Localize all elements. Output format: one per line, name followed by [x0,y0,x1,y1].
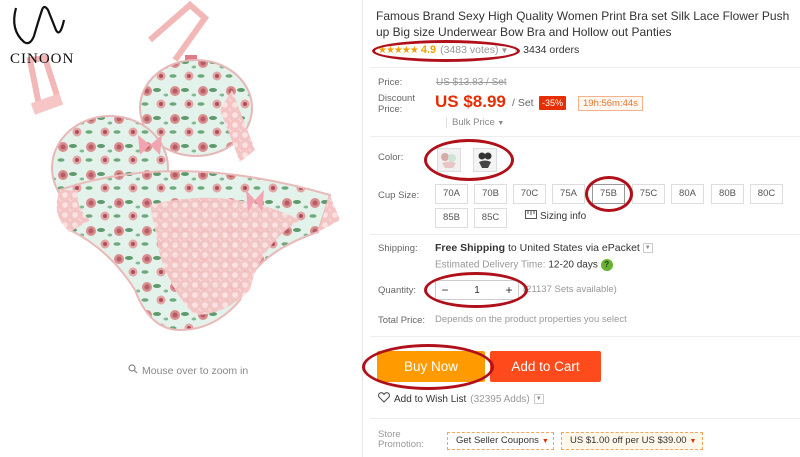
brand-logo: CINOON [8,0,98,70]
original-price: US $13.83 / Set [436,77,507,88]
color-swatch-black[interactable] [473,148,497,172]
orders-count: 3434 orders [523,44,580,56]
delivery-estimate-label: Estimated Delivery Time: [435,259,546,271]
add-to-wish-list[interactable]: Add to Wish List (32395 Adds) ▼ [377,392,544,406]
buy-now-button[interactable]: Buy Now [377,351,485,382]
offer-label: US $1.00 off per US $39.00 [570,435,687,446]
zoom-hint-text: Mouse over to zoom in [142,364,249,377]
wish-list-label: Add to Wish List [394,393,467,405]
color-label: Color: [378,152,404,163]
rating-stars-icon[interactable]: ★★★★★ [378,45,419,56]
discount-badge: -35% [539,96,567,110]
help-icon[interactable]: ? [600,259,613,271]
caret-down-icon: ▼ [689,438,697,445]
size-option[interactable]: 80C [750,184,783,204]
store-promotion-label: Store Promotion: [378,429,424,450]
caret-down-icon: ▼ [541,438,549,445]
size-option[interactable]: 75A [552,184,585,204]
gallery-divider [362,0,363,457]
size-option-selected[interactable]: 75B [592,184,625,204]
free-shipping-text: Free Shipping [435,242,506,254]
divider [370,336,800,337]
quantity-input[interactable]: 1 [454,285,500,296]
quantity-minus-button[interactable]: − [436,283,454,297]
rating-value: 4.9 [420,44,437,56]
bulk-price-dropdown[interactable]: Bulk Price ▼ [446,117,504,128]
divider [370,418,800,419]
chevron-down-icon[interactable]: ▼ [501,46,509,55]
wish-dropdown-icon[interactable]: ▼ [533,394,544,404]
sizing-info-link[interactable]: Sizing info [525,210,586,222]
shipping-dropdown-icon[interactable]: ▼ [642,243,653,254]
size-option[interactable]: 75C [632,184,665,204]
add-to-cart-button[interactable]: Add to Cart [490,351,601,382]
size-option[interactable]: 70C [513,184,546,204]
ruler-icon [525,210,537,222]
product-title: Famous Brand Sexy High Quality Women Pri… [376,9,790,39]
sizing-info-label: Sizing info [540,210,587,222]
price-unit: / Set [512,97,534,109]
separator: | [514,44,518,56]
shipping-label: Shipping: [378,243,418,254]
divider [370,67,800,68]
delivery-estimate-value: 12-20 days [548,259,598,271]
quantity-plus-button[interactable]: + [500,283,518,297]
size-option[interactable]: 85B [435,208,468,228]
bulk-price-label: Bulk Price [452,117,495,128]
caret-down-icon: ▼ [497,120,505,127]
size-option[interactable]: 80A [671,184,704,204]
current-price: US $8.99 [435,92,506,111]
votes-link[interactable]: (3483 votes) [440,44,498,56]
heart-icon [377,392,391,406]
zoom-hint: Mouse over to zoom in [128,364,248,377]
size-option[interactable]: 85C [474,208,507,228]
brand-name: CINOON [10,51,75,67]
discount-price-label: Discount Price: [378,93,415,115]
divider [370,234,800,235]
rating-row: ★★★★★ 4.9 (3483 votes) ▼ | 3434 orders [378,44,579,56]
size-option[interactable]: 70A [435,184,468,204]
get-seller-coupons-button[interactable]: Get Seller Coupons ▼ [447,432,554,450]
shipping-destination: to United States via ePacket [507,242,640,254]
store-offer-badge[interactable]: US $1.00 off per US $39.00 ▼ [561,432,703,450]
search-icon [128,364,138,377]
color-swatch-floral[interactable] [437,148,461,172]
size-option[interactable]: 70B [474,184,507,204]
product-gallery: CINOON Mouse over to zoom in [0,0,362,457]
delivery-estimate: Estimated Delivery Time: 12-20 days ? [435,259,613,271]
brand-monogram-icon [13,5,66,45]
coupon-label: Get Seller Coupons [456,435,539,446]
total-price-label: Total Price: [378,315,425,326]
cup-size-label: Cup Size: [378,190,420,201]
divider [370,136,800,137]
total-price-value: Depends on the product properties you se… [435,314,627,325]
wish-list-count: (32395 Adds) [470,393,530,405]
shipping-info: Free Shipping to United States via ePack… [435,242,653,254]
price-label: Price: [378,77,403,88]
stock-available: (21137 Sets available) [523,284,617,295]
countdown-timer: 19h:56m:44s [578,96,643,111]
quantity-label: Quantity: [378,285,417,296]
size-option[interactable]: 80B [711,184,744,204]
quantity-stepper: − 1 + [435,280,519,300]
